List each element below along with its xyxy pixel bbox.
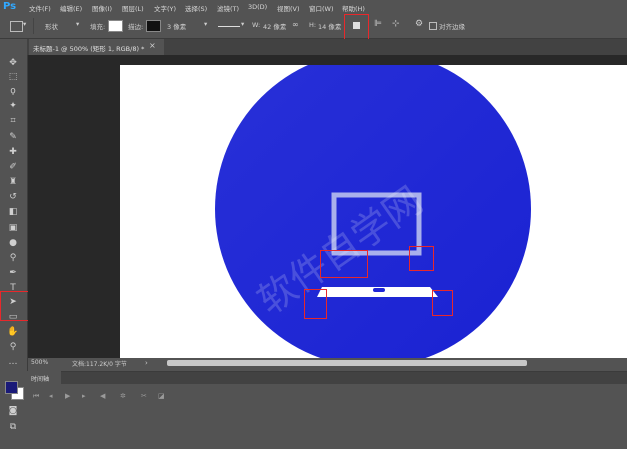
menu-edit[interactable]: 编辑(E)	[60, 3, 82, 13]
marquee-tool-icon[interactable]: ⬚	[5, 70, 21, 84]
menu-3d[interactable]: 3D(D)	[248, 3, 267, 11]
menu-image[interactable]: 图像(I)	[92, 3, 112, 13]
photoshop-logo: Ps	[3, 1, 17, 12]
width-field[interactable]: 42 像素	[263, 21, 286, 31]
stroke-width-field[interactable]: 3 像素	[167, 21, 186, 31]
pen-tool-icon[interactable]: ✒	[5, 266, 21, 280]
path-alignment-icon[interactable]: ⊫	[374, 19, 382, 29]
document-info: 文档:117.2K/0 字节	[72, 361, 127, 368]
zoom-level[interactable]: 500%	[31, 359, 48, 366]
gradient-tool-icon[interactable]: ▣	[5, 221, 21, 235]
screen-mode-icon[interactable]: ⧉	[5, 420, 21, 434]
laptop-trackpad-notch	[373, 288, 385, 292]
previous-frame-icon[interactable]: ◂	[49, 392, 53, 400]
timeline-panel-header	[27, 371, 627, 385]
chevron-down-icon[interactable]: ▾	[23, 20, 26, 28]
quick-mask-icon[interactable]: ◙	[5, 404, 21, 418]
path-operations-icon[interactable]	[353, 22, 360, 29]
hand-tool-icon[interactable]: ✋	[5, 325, 21, 339]
menu-type[interactable]: 文字(Y)	[154, 3, 176, 13]
align-edges-label: 对齐边缘	[439, 23, 465, 31]
chevron-down-icon[interactable]: ▾	[204, 20, 207, 28]
width-label: W:	[252, 21, 261, 29]
timeline-panel	[27, 384, 627, 449]
highlight-box	[409, 246, 434, 271]
menu-view[interactable]: 视图(V)	[277, 3, 300, 13]
canvas-artwork: 软件自学网	[215, 65, 531, 358]
stroke-label: 描边:	[128, 23, 144, 31]
timeline-label: 时间轴	[31, 376, 50, 383]
menu-window[interactable]: 窗口(W)	[309, 3, 334, 13]
clone-stamp-tool-icon[interactable]: ♜	[5, 175, 21, 189]
history-brush-tool-icon[interactable]: ↺	[5, 190, 21, 204]
audio-icon[interactable]: ◀	[100, 392, 105, 400]
healing-brush-tool-icon[interactable]: ✚	[5, 145, 21, 159]
brush-tool-icon[interactable]: ✐	[5, 160, 21, 174]
height-label: H:	[309, 21, 317, 29]
close-icon[interactable]: ×	[149, 41, 156, 50]
menu-help[interactable]: 帮助(H)	[342, 3, 365, 13]
height-field[interactable]: 14 像素	[318, 21, 341, 31]
link-icon[interactable]: ∞	[292, 20, 299, 29]
crop-tool-icon[interactable]: ⌗	[5, 114, 21, 128]
zoom-tool-icon[interactable]: ⚲	[5, 340, 21, 354]
menu-layer[interactable]: 图层(L)	[122, 3, 144, 13]
fill-swatch[interactable]	[108, 20, 123, 32]
info-menu-arrow-icon[interactable]: ›	[145, 359, 148, 367]
eraser-tool-icon[interactable]: ◧	[5, 205, 21, 219]
chevron-down-icon[interactable]: ▾	[241, 20, 244, 28]
highlight-box	[304, 289, 327, 319]
document-canvas[interactable]: 软件自学网	[120, 65, 627, 358]
settings-icon[interactable]: ✲	[120, 392, 126, 400]
document-tab-title: 未标题-1 @ 500% (矩形 1, RGB/8) *	[33, 45, 145, 53]
next-frame-icon[interactable]: ▸	[82, 392, 86, 400]
tool-preset-icon[interactable]	[10, 21, 23, 32]
menu-file[interactable]: 文件(F)	[29, 3, 51, 13]
path-arrangement-icon[interactable]: ⊹	[392, 19, 400, 29]
more-tools-icon[interactable]: …	[5, 355, 21, 369]
transition-icon[interactable]: ◪	[158, 392, 165, 400]
magic-wand-tool-icon[interactable]: ✦	[5, 99, 21, 113]
stroke-swatch[interactable]	[146, 20, 161, 32]
menu-filter[interactable]: 滤镜(T)	[217, 3, 239, 13]
split-icon[interactable]: ✂	[141, 392, 147, 400]
divider	[33, 18, 34, 34]
gear-icon[interactable]: ⚙	[415, 19, 423, 29]
lasso-tool-icon[interactable]: ϙ	[5, 84, 21, 98]
shape-mode-select[interactable]: 形状	[45, 21, 58, 31]
stroke-type-icon[interactable]	[218, 26, 240, 27]
menu-select[interactable]: 选择(S)	[185, 3, 207, 13]
move-tool-icon[interactable]: ✥	[5, 56, 21, 70]
blur-tool-icon[interactable]: ●	[5, 236, 21, 250]
play-icon[interactable]: ▶	[65, 392, 70, 400]
highlight-box	[320, 250, 368, 278]
fill-label: 填充:	[90, 23, 106, 31]
horizontal-scrollbar[interactable]	[167, 360, 527, 366]
align-edges-checkbox[interactable]	[429, 22, 437, 30]
eyedropper-tool-icon[interactable]: ✎	[5, 130, 21, 144]
chevron-down-icon[interactable]: ▾	[76, 20, 79, 28]
highlight-box	[432, 290, 453, 316]
dodge-tool-icon[interactable]: ⚲	[5, 251, 21, 265]
first-frame-icon[interactable]: ⏮	[33, 392, 39, 401]
foreground-color-swatch[interactable]	[5, 381, 18, 394]
